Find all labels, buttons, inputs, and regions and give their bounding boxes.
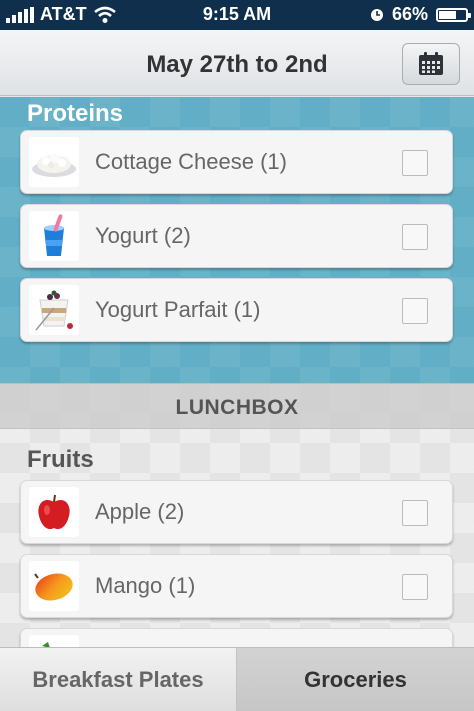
item-label: Yogurt Parfait (1) <box>95 297 261 322</box>
raspberry-icon <box>29 635 79 647</box>
lunchbox-header: LUNCHBOX <box>0 383 474 429</box>
proteins-section: Proteins Cottage Cheese (1) Yogurt (2) Y… <box>0 97 474 383</box>
list-item[interactable]: Yogurt Parfait (1) <box>20 278 453 342</box>
item-checkbox[interactable] <box>402 224 428 250</box>
item-checkbox[interactable] <box>402 574 428 600</box>
alarm-clock-icon <box>370 8 383 21</box>
yogurt-parfait-icon <box>29 285 79 335</box>
calendar-button[interactable] <box>402 43 460 85</box>
mango-icon <box>29 561 79 611</box>
list-item[interactable]: Mango (1) <box>20 554 453 618</box>
lunchbox-section: LUNCHBOX Fruits Apple (2) Mango (1) <box>0 383 474 647</box>
navigation-bar: May 27th to 2nd <box>0 30 474 96</box>
list-item[interactable] <box>20 628 453 647</box>
status-bar: AT&T 9:15 AM 66% <box>0 0 474 30</box>
item-label: Mango (1) <box>95 573 196 598</box>
item-label: Apple (2) <box>95 499 185 524</box>
list-item[interactable]: Yogurt (2) <box>20 204 453 268</box>
tab-bar: Breakfast Plates Groceries <box>0 647 474 711</box>
list-item[interactable]: Apple (2) <box>20 480 453 544</box>
item-checkbox[interactable] <box>402 500 428 526</box>
list-item[interactable]: Cottage Cheese (1) <box>20 130 453 194</box>
tab-breakfast-plates[interactable]: Breakfast Plates <box>0 648 237 711</box>
tab-groceries[interactable]: Groceries <box>237 648 474 711</box>
cottage-cheese-icon <box>29 137 79 187</box>
proteins-heading: Proteins <box>27 100 124 127</box>
calendar-icon <box>419 52 443 75</box>
battery-icon <box>436 7 471 22</box>
item-checkbox[interactable] <box>402 150 428 176</box>
item-checkbox[interactable] <box>402 298 428 324</box>
fruits-heading: Fruits <box>27 446 94 473</box>
item-label: Cottage Cheese (1) <box>95 149 287 174</box>
apple-icon <box>29 487 79 537</box>
battery-percentage: 66% <box>391 4 428 24</box>
yogurt-icon <box>29 211 79 261</box>
item-label: Yogurt (2) <box>95 223 191 248</box>
